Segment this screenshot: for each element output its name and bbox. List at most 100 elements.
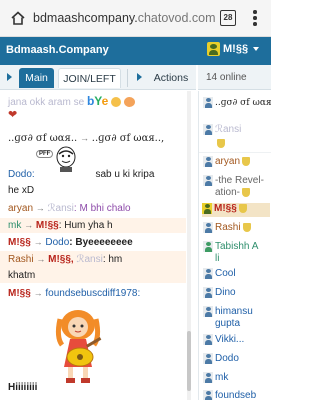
message-sender[interactable]: mk <box>8 220 21 231</box>
chat-message: jana okk aram se bYe <box>0 95 186 109</box>
chat-message: Dodo: sab u ki kripa <box>0 168 186 181</box>
message-sender[interactable]: ..ɡσ∂ σf ωαя.. <box>8 133 77 144</box>
chat-message: he xD <box>0 184 186 197</box>
user-list-item[interactable]: foundseb <box>203 390 271 400</box>
chat-message: Hiiiiiiii <box>0 381 186 394</box>
user-name: mk <box>215 372 229 384</box>
message-text: Hiiiiiiii <box>8 382 38 393</box>
message-sender[interactable]: M!§§ <box>8 288 31 299</box>
reply-arrow: → <box>24 220 34 230</box>
user-avatar-icon <box>203 241 213 252</box>
message-recipient[interactable]: ..ɡσ∂ σf ωαя.., <box>92 133 164 144</box>
message-recipient[interactable]: ℛansi <box>48 203 74 214</box>
message-text: : Hum yha h <box>58 220 113 231</box>
user-avatar-icon <box>203 287 213 298</box>
message-text: he xD <box>8 185 35 196</box>
user-list-item[interactable]: -the Revel- ation- <box>203 175 271 199</box>
online-header: 14 online <box>198 65 271 90</box>
current-user-name: M!§§ <box>223 43 249 55</box>
home-icon[interactable] <box>10 10 26 26</box>
chat-message: aryan → ℛansi: M bhi chalo <box>0 202 186 215</box>
message-text: : M bhi chalo <box>73 203 131 214</box>
user-avatar-icon <box>203 222 213 233</box>
site-header: Bdmaash.Company M!§§ <box>0 37 271 65</box>
tab-actions[interactable]: Actions <box>151 68 191 88</box>
message-text: sab u ki kripa <box>95 169 155 180</box>
user-avatar-icon <box>207 42 220 56</box>
tab-divider <box>127 69 128 87</box>
shield-icon <box>217 138 225 148</box>
smiley-icon <box>111 97 122 108</box>
user-avatar-icon <box>203 175 213 186</box>
user-list-item[interactable] <box>203 138 271 150</box>
message-recipient[interactable]: M!§§ <box>36 220 59 231</box>
user-name-line2: ation- <box>215 187 241 199</box>
user-list-item[interactable]: Cool <box>203 268 271 280</box>
user-list-item[interactable]: Vikki... <box>203 334 271 346</box>
tabs-scroll-left-icon[interactable] <box>7 73 12 81</box>
chevron-down-icon <box>253 47 260 51</box>
message-recipient[interactable]: M!§§, <box>48 254 74 265</box>
shield-icon <box>242 188 251 197</box>
user-list-item[interactable]: himansu gupta <box>203 306 271 330</box>
chat-message: mk → M!§§: Hum yha h <box>0 218 186 233</box>
tab-main[interactable]: Main <box>19 68 54 88</box>
shield-icon <box>238 204 247 213</box>
chat-message: Rashi → M!§§, ℛansi: hm khatm <box>0 251 186 283</box>
user-avatar-icon <box>203 353 213 364</box>
user-list-item[interactable]: ℛansi <box>203 124 271 136</box>
message-sender[interactable]: aryan <box>8 203 33 214</box>
user-list-item[interactable]: aryan <box>203 156 271 168</box>
cat-emoji-icon <box>123 97 135 108</box>
reply-arrow: → <box>35 203 45 213</box>
user-list-item[interactable]: Tabishh A li <box>203 241 271 265</box>
user-name-line2: gupta <box>215 318 241 330</box>
user-name: -the Revel- <box>215 175 264 187</box>
message-recipient[interactable]: foundsebuscdiff1978: <box>45 288 140 299</box>
message-recipient[interactable]: Dodo <box>45 237 69 248</box>
user-avatar-icon <box>203 97 213 108</box>
chat-scrollbar[interactable] <box>187 91 191 400</box>
girl-guitar-sticker-icon <box>55 310 102 383</box>
user-name: Cool <box>215 268 236 280</box>
reply-arrow: → <box>80 133 89 143</box>
online-count: 14 online <box>206 72 247 83</box>
current-user-menu[interactable]: M!§§ <box>207 42 260 56</box>
user-list-item[interactable]: Dino <box>203 287 271 299</box>
chat-scroll-thumb[interactable] <box>187 331 191 391</box>
message-sender[interactable]: Rashi <box>8 254 34 265</box>
user-name: Dino <box>215 287 236 299</box>
user-list-item[interactable]: Rashi <box>203 222 271 234</box>
user-list-item[interactable]: mk <box>203 372 271 384</box>
online-user-list[interactable]: ..ɡσ∂ σf ωαя.. ..ɡσ∂ σf ωαя.. ℛansi arya… <box>198 91 271 400</box>
user-name: foundseb <box>215 390 257 400</box>
url-bar[interactable]: bdmaashcompany.chatovod.com <box>33 11 216 25</box>
tabs-count-icon[interactable]: 28 <box>220 10 236 26</box>
user-avatar-icon <box>203 390 213 400</box>
reply-arrow: → <box>36 254 46 264</box>
chat-message: ❤ <box>0 109 186 122</box>
chat-messages[interactable]: jana okk aram se bYe ❤ ..ɡσ∂ σf ωαя.. → … <box>0 91 196 400</box>
user-divider <box>199 152 271 153</box>
user-list-item[interactable]: M!§§ <box>202 203 270 217</box>
tabs-scroll-right-icon[interactable] <box>137 73 142 81</box>
user-name: aryan <box>215 156 241 168</box>
user-name: Dodo <box>215 353 239 365</box>
user-name: M!§§ <box>214 203 237 215</box>
site-title[interactable]: Bdmaash.Company <box>6 44 109 56</box>
shield-icon <box>242 223 251 232</box>
reply-arrow: → <box>33 237 43 247</box>
user-avatar-icon <box>203 372 213 383</box>
message-text: khatm <box>8 270 36 281</box>
user-list-item[interactable]: Dodo <box>203 353 271 365</box>
message-recipient[interactable]: ℛansi <box>76 254 102 265</box>
tab-join-left[interactable]: JOIN/LEFT <box>58 68 121 88</box>
user-list-item[interactable]: ..ɡσ∂ σf ωαя.. <box>203 111 271 123</box>
heart-icon: ❤ <box>8 109 18 121</box>
user-list-item[interactable]: ..ɡσ∂ σf ωαя.. <box>203 97 271 109</box>
shield-icon <box>242 157 251 166</box>
message-sender[interactable]: Dodo: <box>8 169 35 180</box>
message-sender[interactable]: M!§§ <box>8 237 31 248</box>
browser-menu-icon[interactable] <box>252 10 258 27</box>
user-name: Vikki... <box>215 334 245 346</box>
